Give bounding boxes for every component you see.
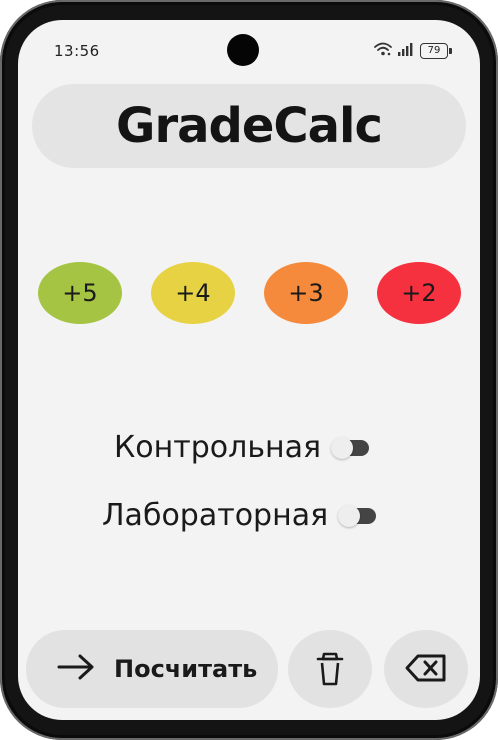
backspace-icon — [402, 648, 450, 692]
toggle-knob — [331, 436, 354, 459]
status-icons: 79 — [374, 41, 452, 60]
status-time: 13:56 — [54, 42, 100, 60]
wifi-icon — [374, 41, 392, 60]
app-title: GradeCalc — [116, 98, 383, 154]
lab-toggle-row: Лабораторная — [102, 498, 377, 533]
trash-icon — [310, 648, 350, 692]
test-toggle-label: Контрольная — [114, 430, 322, 465]
grade-3-button[interactable]: +3 — [264, 262, 348, 324]
lab-toggle-switch[interactable] — [338, 504, 377, 527]
lab-toggle-label: Лабораторная — [102, 498, 329, 533]
grade-5-button[interactable]: +5 — [38, 262, 122, 324]
arrow-right-icon — [56, 653, 96, 685]
calculate-button[interactable]: Посчитать — [26, 630, 278, 708]
grade-5-label: +5 — [62, 279, 98, 307]
test-toggle-switch[interactable] — [331, 436, 370, 459]
signal-icon — [398, 41, 414, 60]
grade-3-label: +3 — [288, 279, 324, 307]
grade-4-button[interactable]: +4 — [151, 262, 235, 324]
title-banner: GradeCalc — [32, 84, 466, 168]
backspace-button[interactable] — [384, 630, 468, 708]
toggle-knob — [338, 504, 361, 527]
grade-4-label: +4 — [175, 279, 211, 307]
test-toggle-row: Контрольная — [114, 430, 370, 465]
battery-icon: 79 — [420, 42, 452, 59]
grade-2-button[interactable]: +2 — [377, 262, 461, 324]
app-screen: 13:56 79 GradeCalc +5 +4 +3 +2 Контрольн… — [18, 20, 480, 720]
grade-2-label: +2 — [401, 279, 437, 307]
front-camera — [227, 34, 259, 66]
clear-button[interactable] — [288, 630, 372, 708]
